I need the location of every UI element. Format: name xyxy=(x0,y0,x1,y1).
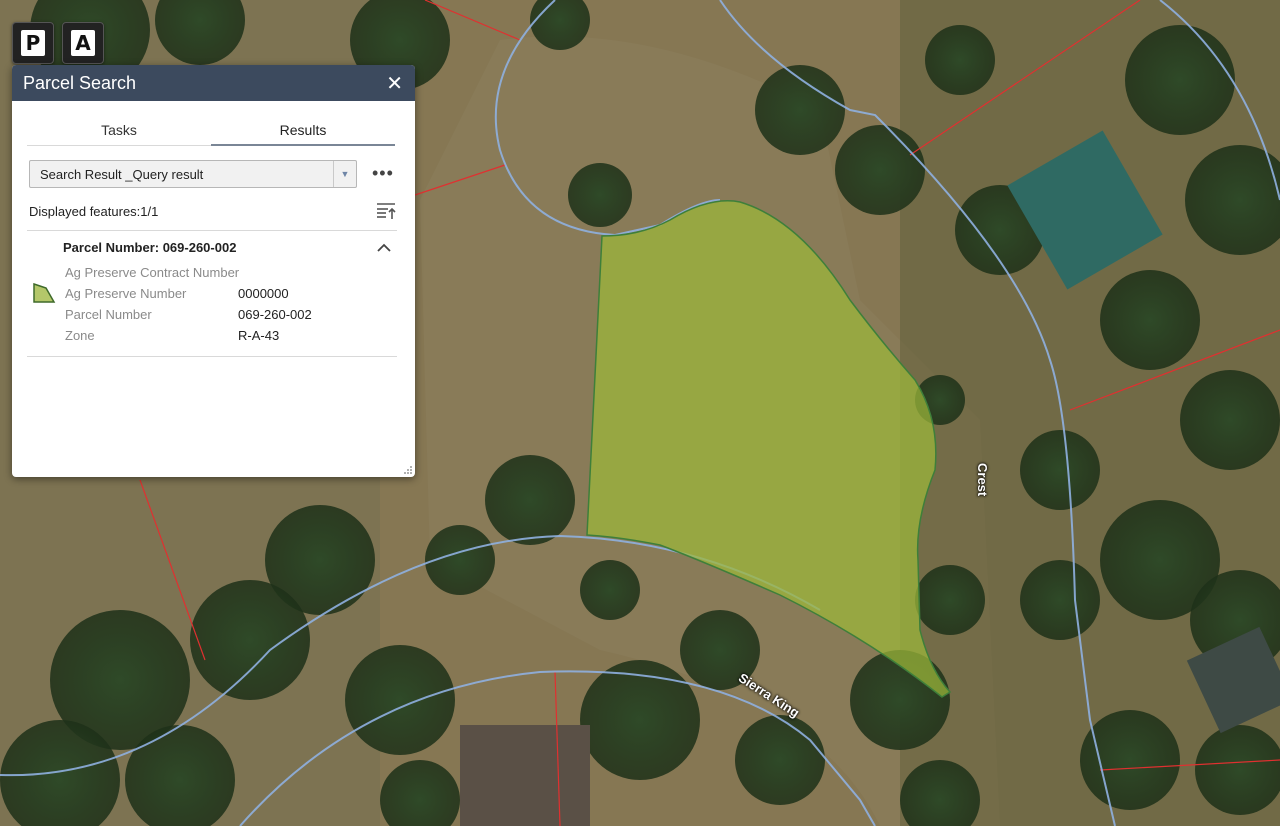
result-layer-select[interactable]: Search Result _Query result ▼ xyxy=(29,160,357,188)
more-options-button[interactable]: ••• xyxy=(372,164,394,182)
sort-icon[interactable] xyxy=(376,201,396,221)
tab-results[interactable]: Results xyxy=(211,117,395,146)
attribute-key: Ag Preserve Contract Number xyxy=(65,265,240,280)
attribute-value: 069-260-002 xyxy=(238,307,312,322)
attribute-row: Ag Preserve Number 0000000 xyxy=(65,286,395,304)
divider xyxy=(27,230,397,231)
address-tool-button[interactable]: A xyxy=(62,22,104,64)
attribute-row: Ag Preserve Contract Number xyxy=(65,265,395,283)
polygon-symbol-icon xyxy=(33,282,56,303)
tab-tasks[interactable]: Tasks xyxy=(27,117,211,145)
result-item-title[interactable]: Parcel Number: 069-260-002 xyxy=(63,240,236,255)
displayed-features-count: Displayed features:1/1 xyxy=(29,204,159,219)
attribute-row: Zone R-A-43 xyxy=(65,328,395,346)
panel-title: Parcel Search xyxy=(23,72,137,93)
chevron-down-icon[interactable]: ▼ xyxy=(333,161,356,187)
parcel-tool-button[interactable]: P xyxy=(12,22,54,64)
result-layer-select-value: Search Result _Query result xyxy=(40,166,204,182)
attribute-key: Parcel Number xyxy=(65,307,152,322)
resize-handle-icon[interactable] xyxy=(403,465,413,475)
parcel-tool-icon: P xyxy=(21,30,45,56)
divider xyxy=(27,356,397,357)
street-label-crest: Crest xyxy=(975,463,990,497)
attribute-key: Zone xyxy=(65,328,95,343)
attribute-row: Parcel Number 069-260-002 xyxy=(65,307,395,325)
chevron-up-icon[interactable] xyxy=(376,240,392,256)
panel-header: Parcel Search ✕ xyxy=(12,65,415,101)
building-roof xyxy=(460,725,590,826)
close-icon[interactable]: ✕ xyxy=(386,73,403,93)
panel-tabs: Tasks Results xyxy=(27,117,395,146)
address-tool-icon: A xyxy=(71,30,95,56)
attribute-key: Ag Preserve Number xyxy=(65,286,187,301)
attribute-value: R-A-43 xyxy=(238,328,280,343)
parcel-search-panel: Parcel Search ✕ Tasks Results Search Res… xyxy=(12,65,415,477)
attribute-value: 0000000 xyxy=(238,286,289,301)
